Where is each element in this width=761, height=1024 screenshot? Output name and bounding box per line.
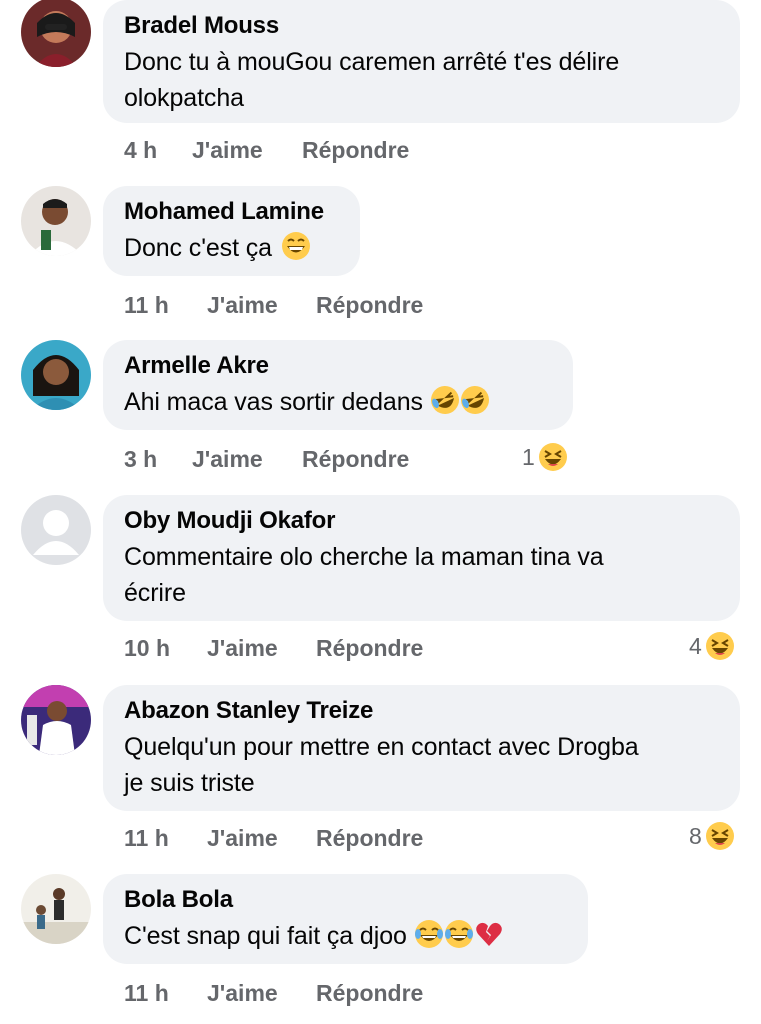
rolling-laughing-emoji (430, 385, 460, 415)
reply-button[interactable]: Répondre (302, 135, 409, 165)
comment-bubble: Bradel Mouss Donc tu à mouGou caremen ar… (103, 0, 740, 123)
avatar[interactable] (21, 685, 91, 755)
like-button[interactable]: J'aime (207, 633, 278, 663)
comment-bubble: Bola Bola C'est snap qui fait ça djoo (103, 874, 588, 964)
comment-text: Commentaire olo cherche la maman tina va… (124, 539, 720, 611)
avatar[interactable] (21, 186, 91, 256)
grinning-sweat-emoji (281, 231, 311, 261)
reply-button[interactable]: Répondre (302, 444, 409, 474)
reaction-count: 4 (689, 633, 702, 659)
avatar[interactable] (21, 874, 91, 944)
comment-text: Donc tu à mouGou caremen arrêté t'es dél… (124, 44, 720, 116)
comment-text-line: Commentaire olo cherche la maman tina va (124, 543, 604, 571)
comment-bubble: Mohamed Lamine Donc c'est ça (103, 186, 360, 276)
comment-text-line: olokpatcha (124, 84, 244, 112)
like-button[interactable]: J'aime (192, 444, 263, 474)
comment-bubble: Armelle Akre Ahi maca vas sortir dedans (103, 340, 573, 430)
comment-text: C'est snap qui fait ça djoo (124, 918, 568, 954)
like-button[interactable]: J'aime (192, 135, 263, 165)
comment-text-line: Ahi maca vas sortir dedans (124, 384, 553, 420)
reply-button[interactable]: Répondre (316, 823, 423, 853)
comment-author[interactable]: Abazon Stanley Treize (124, 697, 720, 725)
comment-text-line: C'est snap qui fait ça djoo (124, 918, 568, 954)
like-button[interactable]: J'aime (207, 978, 278, 1008)
comment-text-line: Donc tu à mouGou caremen arrêté t'es dél… (124, 48, 620, 76)
haha-reaction-icon (705, 631, 735, 661)
reaction-count: 1 (522, 444, 535, 470)
comment-timestamp[interactable]: 3 h (124, 444, 157, 474)
avatar[interactable] (21, 0, 91, 67)
haha-reaction-icon (538, 442, 568, 472)
comment-text-line: je suis triste (124, 769, 255, 797)
reply-button[interactable]: Répondre (316, 290, 423, 320)
reaction-count: 8 (689, 823, 702, 849)
comment-timestamp[interactable]: 10 h (124, 633, 170, 663)
reply-button[interactable]: Répondre (316, 633, 423, 663)
comment-timestamp[interactable]: 11 h (124, 823, 169, 853)
comment-text: Ahi maca vas sortir dedans (124, 384, 553, 420)
comment-text: Quelqu'un pour mettre en contact avec Dr… (124, 729, 720, 801)
reaction-summary[interactable]: 1 (522, 441, 568, 473)
comment-text-content: Donc c'est ça (124, 234, 272, 262)
comment-text-line: Donc c'est ça (124, 230, 340, 266)
comment-bubble: Abazon Stanley Treize Quelqu'un pour met… (103, 685, 740, 811)
comment-text-content: C'est snap qui fait ça djoo (124, 922, 407, 950)
tears-of-joy-emoji (444, 919, 474, 949)
comment-text-content: Ahi maca vas sortir dedans (124, 388, 423, 416)
comment-text-line: Quelqu'un pour mettre en contact avec Dr… (124, 733, 639, 761)
tears-of-joy-emoji (414, 919, 444, 949)
comment-timestamp[interactable]: 4 h (124, 135, 157, 165)
like-button[interactable]: J'aime (207, 823, 278, 853)
haha-reaction-icon (705, 821, 735, 851)
like-button[interactable]: J'aime (207, 290, 278, 320)
reaction-summary[interactable]: 8 (689, 820, 735, 852)
comment-bubble: Oby Moudji Okafor Commentaire olo cherch… (103, 495, 740, 621)
comment-author[interactable]: Armelle Akre (124, 352, 553, 380)
rolling-laughing-emoji (460, 385, 490, 415)
broken-heart-emoji (474, 919, 504, 949)
comment-author[interactable]: Oby Moudji Okafor (124, 507, 720, 535)
reaction-summary[interactable]: 4 (689, 630, 735, 662)
comment-text-line: écrire (124, 579, 186, 607)
comment-timestamp[interactable]: 11 h (124, 978, 169, 1008)
reply-button[interactable]: Répondre (316, 978, 423, 1008)
comment-text: Donc c'est ça (124, 230, 340, 266)
avatar[interactable] (21, 340, 91, 410)
comment-author[interactable]: Bola Bola (124, 886, 568, 914)
comment-author[interactable]: Mohamed Lamine (124, 198, 340, 226)
comment-author[interactable]: Bradel Mouss (124, 12, 720, 40)
avatar[interactable] (21, 495, 91, 565)
comment-timestamp[interactable]: 11 h (124, 290, 169, 320)
